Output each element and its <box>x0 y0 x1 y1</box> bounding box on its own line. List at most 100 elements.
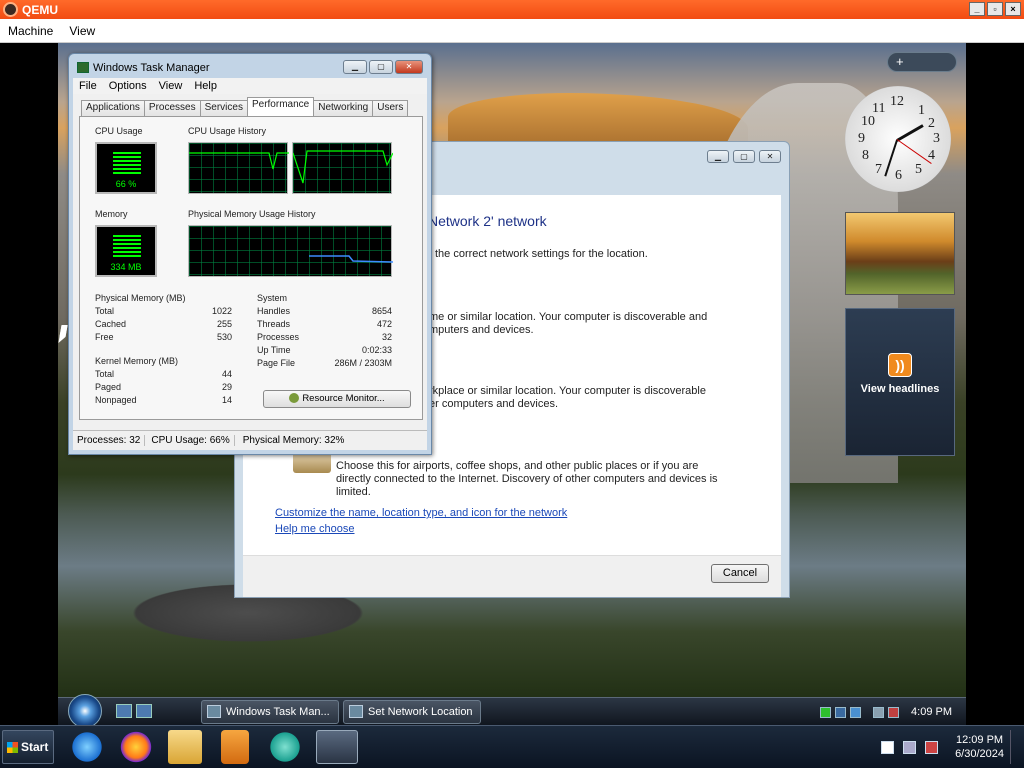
menu-view[interactable]: View <box>153 78 189 94</box>
restore-button[interactable]: ▫ <box>987 2 1003 16</box>
stat-label: Threads <box>257 318 291 329</box>
slideshow-gadget[interactable] <box>845 212 955 295</box>
stat-row: Free 530 <box>95 331 232 344</box>
minimize-button[interactable]: ▁ <box>707 150 729 163</box>
taskbar-button-label: Windows Task Man... <box>226 706 330 718</box>
resource-monitor-icon <box>289 393 300 404</box>
messenger-icon[interactable] <box>268 730 302 764</box>
tray-device-icon[interactable] <box>873 706 885 718</box>
switch-windows-icon[interactable] <box>136 704 152 718</box>
cpu-history-graph-core2 <box>292 142 393 194</box>
guest-system-tray: 4:09 PM <box>820 698 966 726</box>
stat-row: Handles 8654 <box>257 305 392 318</box>
feed-headlines-gadget[interactable]: )) View headlines <box>845 308 955 456</box>
firefox-icon[interactable] <box>119 730 153 764</box>
close-button[interactable]: × <box>1005 2 1021 16</box>
cpu-core2-line <box>293 150 393 184</box>
tab-applications[interactable]: Applications <box>81 100 145 116</box>
guest-desktop: + 12 1 2 3 4 5 6 7 8 9 10 11 )) View hea… <box>58 43 966 697</box>
taskbar-button-network-location[interactable]: Set Network Location <box>343 700 481 724</box>
stat-value: 14 <box>221 394 232 405</box>
cpu-usage-meter: 66 % <box>95 142 157 194</box>
menu-help[interactable]: Help <box>188 78 223 94</box>
clock-number: 12 <box>890 94 904 109</box>
start-button[interactable]: Start <box>2 730 54 764</box>
customize-network-link[interactable]: Customize the name, location type, and i… <box>275 507 567 519</box>
clock-number: 3 <box>933 131 940 146</box>
clock-number: 5 <box>915 162 922 177</box>
tab-networking[interactable]: Networking <box>313 100 374 116</box>
tray-network-icon[interactable] <box>850 706 862 718</box>
qemu-taskbar-icon[interactable] <box>316 730 358 764</box>
clock-number: 8 <box>862 148 869 163</box>
tray-status-icon[interactable] <box>820 706 832 718</box>
resource-monitor-label: Resource Monitor... <box>302 393 385 404</box>
cpu-usage-value: 66 % <box>115 179 137 189</box>
stat-row: Cached 255 <box>95 318 232 331</box>
clock-second-hand <box>896 139 932 164</box>
home-description-line: me or similar location. Your computer is… <box>429 311 708 323</box>
work-description-line: rkplace or similar location. Your comput… <box>429 385 706 397</box>
internet-explorer-icon[interactable] <box>70 730 104 764</box>
physical-memory-stats: Physical Memory (MB) Total 1022 Cached 255… <box>95 292 232 344</box>
clock-number: 9 <box>858 131 865 146</box>
media-player-icon[interactable] <box>221 730 249 764</box>
memory-history-graph <box>188 225 393 277</box>
clock-number: 1 <box>918 103 925 118</box>
memory-value: 334 MB <box>110 262 142 272</box>
close-button[interactable]: ✕ <box>759 150 781 163</box>
tab-services[interactable]: Services <box>199 100 248 116</box>
stat-label: Up Time <box>257 344 291 355</box>
kernel-memory-header: Kernel Memory (MB) <box>95 356 179 366</box>
tray-monitor-icon[interactable] <box>835 706 847 718</box>
menu-file[interactable]: File <box>73 78 103 94</box>
minimize-button[interactable]: ▁ <box>343 60 367 74</box>
stat-value: 255 <box>216 318 232 329</box>
stat-label: Processes <box>257 331 300 342</box>
host-clock[interactable]: 12:09 PM 6/30/2024 <box>955 733 1004 761</box>
tray-volume-muted-icon[interactable] <box>888 706 900 718</box>
sidebar-controls[interactable]: + <box>887 52 957 72</box>
tab-users[interactable]: Users <box>372 100 409 116</box>
view-headlines-label[interactable]: View headlines <box>846 383 954 395</box>
tab-strip: Applications Processes Services Performa… <box>81 97 409 116</box>
menu-machine[interactable]: Machine <box>0 24 61 38</box>
minimize-button[interactable]: _ <box>969 2 985 16</box>
stat-row: Processes 32 <box>257 331 392 344</box>
qemu-title: QEMU <box>22 2 58 17</box>
stat-value: 8654 <box>371 305 392 316</box>
clock-gadget[interactable]: 12 1 2 3 4 5 6 7 8 9 10 11 <box>845 86 951 192</box>
tab-processes[interactable]: Processes <box>143 100 201 116</box>
network-icon[interactable] <box>903 740 917 754</box>
maximize-button[interactable]: ▢ <box>733 150 755 163</box>
help-me-choose-link[interactable]: Help me choose <box>275 523 355 535</box>
maximize-button[interactable]: ▢ <box>369 60 393 74</box>
network-heading: Network 2' network <box>428 213 547 229</box>
menu-options[interactable]: Options <box>103 78 153 94</box>
show-desktop-button[interactable] <box>1010 730 1018 764</box>
status-cpu: CPU Usage: 66% <box>145 435 235 446</box>
home-description-line: mputers and devices. <box>429 324 534 336</box>
resource-monitor-button[interactable]: Resource Monitor... <box>263 390 411 408</box>
stat-row: Total 1022 <box>95 305 232 318</box>
file-explorer-icon[interactable] <box>168 730 202 764</box>
stat-row: Threads 472 <box>257 318 392 331</box>
close-button[interactable]: ✕ <box>395 60 423 74</box>
start-label: Start <box>21 740 49 754</box>
flag-icon[interactable] <box>881 740 895 754</box>
stat-label: Paged <box>95 381 122 392</box>
stat-value: 0:02:33 <box>361 344 392 355</box>
stat-label: Nonpaged <box>95 394 137 405</box>
add-gadget-icon[interactable]: + <box>896 54 904 69</box>
guest-clock[interactable]: 4:09 PM <box>911 706 952 718</box>
start-orb[interactable] <box>68 694 102 728</box>
tab-performance[interactable]: Performance <box>246 97 315 116</box>
physical-memory-header: Physical Memory (MB) <box>95 293 186 303</box>
cancel-button[interactable]: Cancel <box>711 564 769 583</box>
taskbar-button-task-manager[interactable]: Windows Task Man... <box>201 700 339 724</box>
menu-view[interactable]: View <box>61 24 103 38</box>
show-desktop-icon[interactable] <box>116 704 132 718</box>
clock-number: 2 <box>928 116 935 131</box>
volume-muted-icon[interactable] <box>925 740 939 754</box>
stat-label: Cached <box>95 318 127 329</box>
